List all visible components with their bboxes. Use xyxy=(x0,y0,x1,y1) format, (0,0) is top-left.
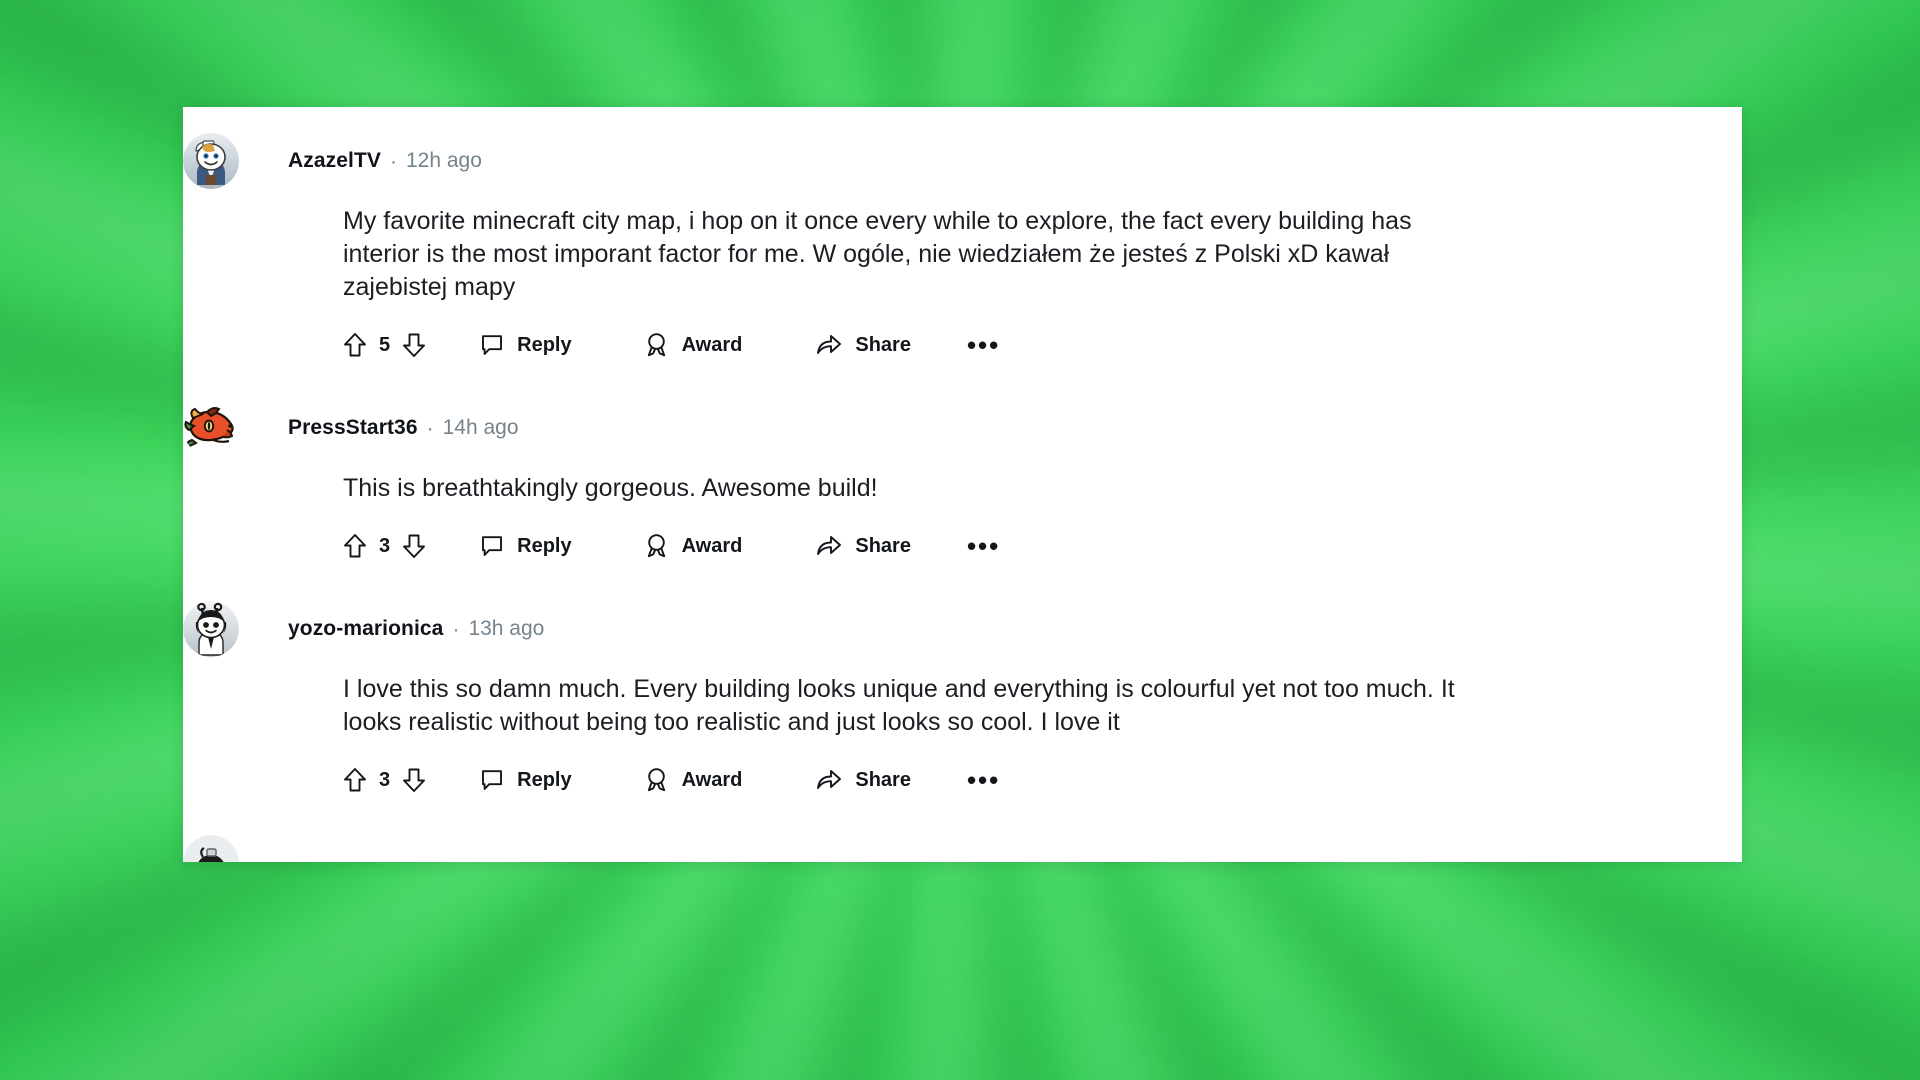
overflow-menu-button[interactable]: ••• xyxy=(967,766,1000,793)
snoo-partial-avatar[interactable] xyxy=(183,835,239,862)
share-arrow-icon xyxy=(816,333,842,357)
comment-body: My favorite minecraft city map, i hop on… xyxy=(343,207,1412,301)
award-label: Award xyxy=(681,333,743,356)
award-medal-icon xyxy=(644,533,669,559)
comment-body: I love this so damn much. Every building… xyxy=(343,675,1455,736)
award-button[interactable]: Award xyxy=(644,533,743,559)
vote-score: 3 xyxy=(379,534,391,557)
overflow-menu-button[interactable]: ••• xyxy=(967,532,1000,559)
award-label: Award xyxy=(681,534,743,557)
comment-timestamp: 12h ago xyxy=(406,149,482,172)
comment-author[interactable]: PressStart36 xyxy=(288,416,418,440)
reply-label: Reply xyxy=(517,768,572,791)
comment-action-bar: 3 Reply Award Share ••• xyxy=(183,749,1742,811)
dragon-head-avatar[interactable] xyxy=(183,400,239,456)
comment-action-bar: 5 Reply Award Share ••• xyxy=(183,314,1742,376)
comment-author[interactable]: AzazelTV xyxy=(288,149,381,173)
upvote-arrow-icon[interactable] xyxy=(343,533,367,559)
vote-group: 3 xyxy=(343,533,426,559)
share-button[interactable]: Share xyxy=(816,768,911,792)
snoo-dark-hair-avatar[interactable] xyxy=(183,601,239,657)
vote-group: 3 xyxy=(343,767,426,793)
comment-header: yozo-marionica · 13h ago xyxy=(183,601,1742,657)
speech-bubble-icon xyxy=(480,333,504,357)
upvote-arrow-icon[interactable] xyxy=(343,332,367,358)
award-medal-icon xyxy=(644,332,669,358)
share-button[interactable]: Share xyxy=(816,333,911,357)
comment-thread-item: PressStart36 · 14h ago This is breathtak… xyxy=(183,400,1742,577)
comment-thread-item: AzazelTV · 12h ago My favorite minecraft… xyxy=(183,133,1742,376)
comment-header: PressStart36 · 14h ago xyxy=(183,400,1742,456)
downvote-arrow-icon[interactable] xyxy=(402,533,426,559)
comment-thread-item: yozo-marionica · 13h ago I love this so … xyxy=(183,601,1742,811)
reply-label: Reply xyxy=(517,534,572,557)
award-label: Award xyxy=(681,768,743,791)
reply-button[interactable]: Reply xyxy=(480,534,572,558)
share-label: Share xyxy=(855,333,911,356)
comment-thread-item-partial xyxy=(183,835,1742,862)
award-medal-icon xyxy=(644,767,669,793)
comment-timestamp: 14h ago xyxy=(442,416,519,439)
vote-score: 5 xyxy=(379,333,391,356)
reply-label: Reply xyxy=(517,333,572,356)
share-label: Share xyxy=(855,534,911,557)
comment-timestamp: 13h ago xyxy=(468,617,545,640)
vote-score: 3 xyxy=(379,768,391,791)
reply-button[interactable]: Reply xyxy=(480,333,572,357)
comments-card: AzazelTV · 12h ago My favorite minecraft… xyxy=(183,107,1742,862)
speech-bubble-icon xyxy=(480,768,504,792)
comment-body: This is breathtakingly gorgeous. Awesome… xyxy=(343,474,878,502)
comment-header: AzazelTV · 12h ago xyxy=(183,133,1742,189)
comment-action-bar: 3 Reply Award Share ••• xyxy=(183,515,1742,577)
separator-dot: · xyxy=(426,416,434,440)
comment-header xyxy=(183,835,1742,862)
comment-author[interactable]: yozo-marionica xyxy=(288,617,443,641)
overflow-menu-button[interactable]: ••• xyxy=(967,331,1000,358)
award-button[interactable]: Award xyxy=(644,767,743,793)
vote-group: 5 xyxy=(343,332,426,358)
share-label: Share xyxy=(855,768,911,791)
downvote-arrow-icon[interactable] xyxy=(402,767,426,793)
speech-bubble-icon xyxy=(480,534,504,558)
share-button[interactable]: Share xyxy=(816,534,911,558)
downvote-arrow-icon[interactable] xyxy=(402,332,426,358)
share-arrow-icon xyxy=(816,768,842,792)
separator-dot: · xyxy=(390,149,397,173)
upvote-arrow-icon[interactable] xyxy=(343,767,367,793)
snoo-parka-avatar[interactable] xyxy=(183,133,239,189)
award-button[interactable]: Award xyxy=(644,332,743,358)
reply-button[interactable]: Reply xyxy=(480,768,572,792)
separator-dot: · xyxy=(452,617,460,641)
share-arrow-icon xyxy=(816,534,842,558)
